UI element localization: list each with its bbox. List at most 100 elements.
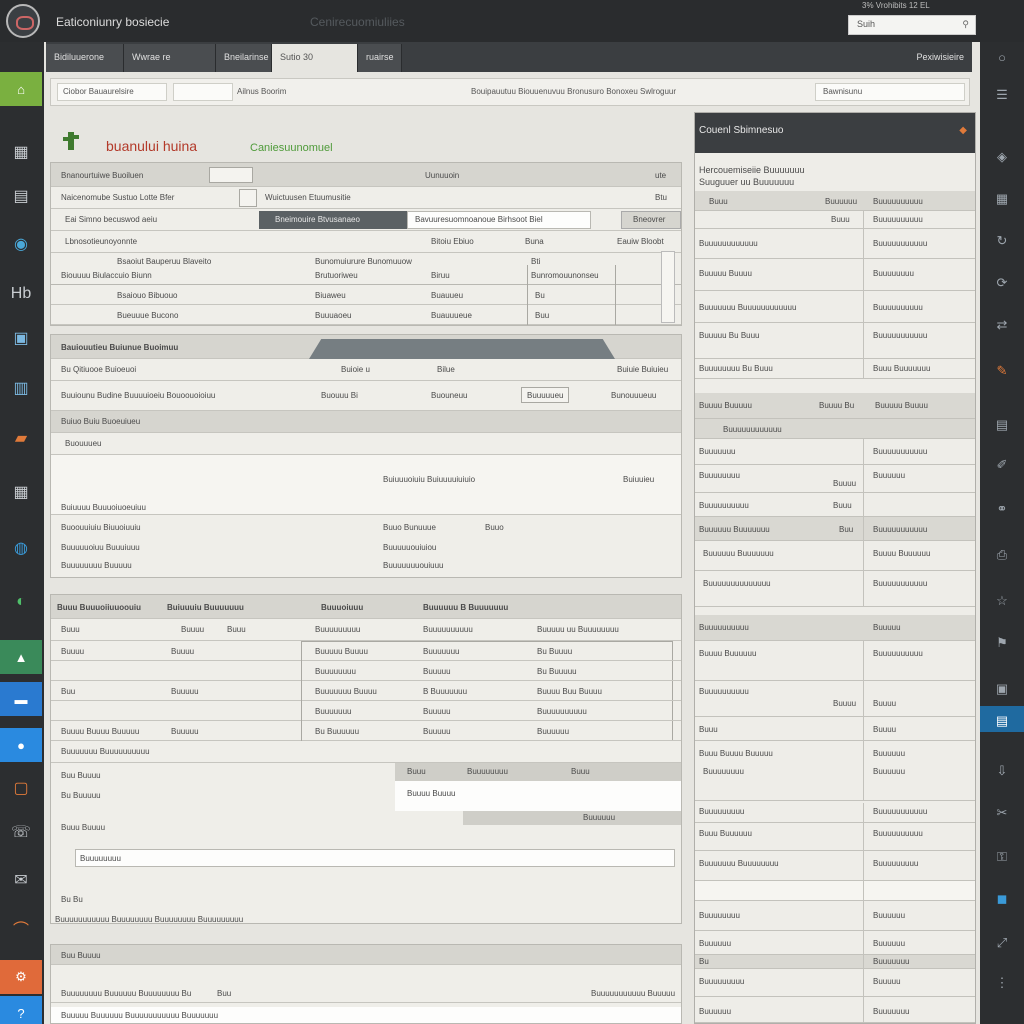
more-icon[interactable]: ⋮ (990, 972, 1014, 994)
table-row[interactable]: Buuuuuuuu Buuuuu Bu Buuuuu (51, 661, 681, 681)
table-row[interactable]: Buu Buuuuu Buuuuuuu Buuuu B Buuuuuuu Buu… (51, 681, 681, 701)
toolbar-item-1[interactable]: Ciobor Bauaurelsire (63, 87, 134, 96)
download-icon[interactable]: ⇩ (990, 760, 1014, 782)
text-icon[interactable]: Hb (6, 280, 36, 308)
table-row[interactable]: Bueuuue Bucono Buuuaoeu Buauuueue Buu (51, 305, 681, 325)
table-row[interactable]: Buuuu Buuuu Buuuuu Buuuu Buuuuuuu Bu Buu… (51, 641, 681, 661)
star-icon[interactable]: ☆ (990, 590, 1014, 612)
summary-row[interactable]: Buuuuuuu Buuuuuuuu Buuuuuuuuu (695, 851, 975, 881)
summary-row[interactable]: Buuuuuu Buuuuuu (695, 931, 975, 955)
toolbar-item-2[interactable]: Ailnus Boorim (237, 87, 286, 96)
form1-header-box[interactable] (209, 167, 253, 183)
table-row[interactable]: Biouuuu Biulaccuio Biunn Brutuoriweu Bir… (51, 265, 681, 285)
summary-row[interactable]: Buuu Buuuuuuuuuu (695, 211, 975, 229)
tab-2[interactable]: Wwrae re (124, 44, 216, 72)
form2-header-tab[interactable] (309, 339, 615, 359)
app-logo[interactable] (6, 4, 40, 38)
home-icon[interactable]: ⌂ (0, 72, 42, 106)
card-icon[interactable]: ▬ (0, 682, 42, 716)
summary-row[interactable]: Buuuuuuuu Bu Buuu Buuu Buuuuuuu (695, 359, 975, 379)
pen-icon[interactable]: ✎ (990, 360, 1014, 382)
search-input[interactable]: Suih ⚲ (848, 15, 976, 35)
search-icon[interactable]: ⚲ (962, 19, 969, 30)
lock-icon[interactable]: ⚿ (990, 846, 1014, 868)
calendar-icon[interactable]: ▦ (6, 478, 36, 506)
settings-icon[interactable]: ⚙ (0, 960, 42, 994)
form2-row1-cell: Bilue (437, 365, 455, 374)
window-icon[interactable]: ▣ (6, 324, 36, 352)
table-row[interactable]: Buuuu Buuuu Buuuuu Buuuuu Bu Buuuuuu Buu… (51, 721, 681, 741)
summary-row[interactable]: Buuu Buuuu Buuuuu Buuuuuu Buuuuuuuu Buuu… (695, 741, 975, 801)
table-icon[interactable]: ▤ (6, 182, 36, 210)
summary-row[interactable]: Buuu Buuuuuu Buuuuuuuuuu (695, 823, 975, 851)
flag-icon[interactable]: ⚑ (990, 632, 1014, 654)
share-icon[interactable]: ⇄ (990, 314, 1014, 336)
chart-icon[interactable]: ▥ (6, 374, 36, 402)
cloud-icon[interactable]: ◼ (990, 888, 1014, 910)
upload-icon[interactable]: ● (0, 728, 42, 762)
contact-icon[interactable]: ▤ (990, 710, 1014, 732)
summary-row[interactable]: Buuuuuuuuu Buuuuuuuuuuu (695, 803, 975, 823)
form1-checkbox[interactable] (239, 189, 257, 207)
mail-icon[interactable]: ✉ (6, 866, 36, 894)
refresh-icon[interactable]: ↻ (990, 230, 1014, 252)
form2-text-area[interactable]: Buiuuuoiuiu Buiuuuuiuiuio Buiuuieu Buiuu… (51, 455, 681, 515)
summary-row[interactable]: Buuuuu Buuuu Buuuuuuuu (695, 259, 975, 291)
print-icon[interactable]: ⎙ (990, 544, 1014, 566)
brand-title: buanului huina (106, 138, 198, 154)
grid-icon[interactable]: ▦ (990, 188, 1014, 210)
summary-row[interactable]: Buuuuuuuu Buuuu Buuuuuu (695, 465, 975, 493)
folder-icon[interactable]: ▰ (6, 424, 36, 452)
tab-1[interactable]: Bidiluuerone (46, 44, 124, 72)
edit-icon[interactable]: ✐ (990, 454, 1014, 476)
summary-row[interactable]: Buuuuuu Buuuuuuu Buu Buuuuuuuuuuu (695, 517, 975, 541)
summary-row[interactable]: Buuuuuuuuuu Buuuu Buuuu (695, 681, 975, 717)
summary-row[interactable]: Buuuuuuuuuuuu Buuuuuuuuuuu (695, 229, 975, 259)
bookmark-icon[interactable]: ◆ (959, 125, 967, 136)
phone-icon[interactable]: ☏ (6, 818, 36, 846)
tab-3[interactable]: Bneilarinse (216, 44, 272, 72)
table-scrollbar[interactable] (661, 251, 675, 323)
form3-subtable-body[interactable]: Buuuu Buuuu (395, 781, 681, 811)
summary-row[interactable]: Buuuuuuu Buuuuuuuuuuuu Buuuuuuuuuu (695, 291, 975, 323)
form4-row-2[interactable]: Buuuuu Buuuuuu Buuuuuuuuuuu Buuuuuuu (51, 1007, 681, 1023)
tab-4[interactable]: Sutio 30 (272, 44, 358, 72)
image-icon[interactable]: ▣ (990, 678, 1014, 700)
summary-row[interactable]: Buuu Buuuu (695, 717, 975, 741)
doc-icon[interactable]: ▤ (990, 414, 1014, 436)
tag-icon[interactable]: ◈ (990, 146, 1014, 168)
toolbar-item-3[interactable]: Bouipauutuu Biouuenuvuu Bronusuro Bonoxe… (471, 87, 676, 96)
summary-row[interactable]: Buuuuuuu Buuuuuuuuuuu (695, 439, 975, 465)
refresh-icon[interactable]: ◐ (6, 588, 36, 616)
database-icon[interactable]: ◍ (6, 534, 36, 562)
help-icon[interactable]: ? (0, 996, 42, 1024)
summary-row[interactable]: Buuuuuuuu Buuuuuu (695, 901, 975, 931)
summary-row[interactable]: Buuuuuu Buuuuuuu Buuuu Buuuuuu (695, 541, 975, 571)
pin-icon[interactable]: ⌒ (6, 914, 36, 942)
search-input-text: Suih (857, 19, 876, 29)
toolbar-item-4[interactable]: Bawnisunu (823, 87, 862, 96)
tab-5[interactable]: ruairse (358, 44, 402, 72)
toolbar-field-2[interactable] (173, 83, 233, 101)
summary-row[interactable]: Buuuuuu Buuuuuuu (695, 997, 975, 1023)
table-row[interactable]: Bsaiouo Bibuouo Biuaweu Buauueu Bu (51, 285, 681, 305)
table-row[interactable]: Buuuuuuu Buuuuu Buuuuuuuuuu (51, 701, 681, 721)
list-icon[interactable]: ☰ (990, 84, 1014, 106)
grid-icon[interactable]: ▦ (6, 138, 36, 166)
user-icon[interactable]: ▲ (0, 640, 42, 674)
box-icon[interactable]: ▢ (6, 774, 36, 802)
summary-row[interactable]: Buuuuuuuuu Buuuuu (695, 969, 975, 997)
summary-row[interactable]: Bu Buuuuuuu (695, 955, 975, 969)
summary-row[interactable]: Buuuu Buuuuuu Buuuuuuuuuu (695, 641, 975, 681)
expand-icon[interactable]: ⤢ (990, 932, 1014, 954)
summary-row[interactable]: Buuuuuuuuuu Buuu (695, 493, 975, 517)
link-icon[interactable]: ⚭ (990, 498, 1014, 520)
summary-row[interactable]: Buuuuuuuuuuuuuu Buuuuuuuuuuu (695, 571, 975, 607)
summary-row[interactable]: Buuuuu Bu Buuu Buuuuuuuuuuu (695, 323, 975, 359)
form3-text-input[interactable]: Buuuuuuuu (75, 849, 675, 867)
globe-icon[interactable]: ◉ (6, 230, 36, 258)
attach-icon[interactable]: ✂ (990, 802, 1014, 824)
circle-icon[interactable]: ○ (990, 46, 1014, 68)
sync-icon[interactable]: ⟳ (990, 272, 1014, 294)
summary-row[interactable] (695, 881, 975, 901)
